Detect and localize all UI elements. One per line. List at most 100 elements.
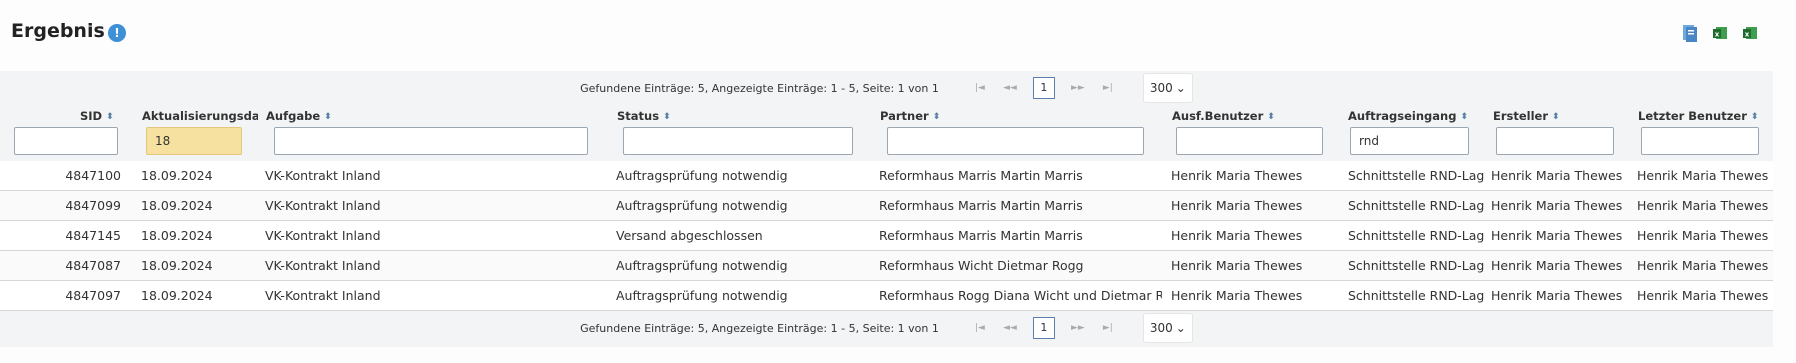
table-row[interactable]: 4847145 18.09.2024 VK-Kontrakt Inland Ve… [0, 221, 1773, 251]
svg-text:x: x [1745, 31, 1750, 39]
cell-ersteller: Henrik Maria Thewes [1491, 258, 1623, 273]
cell-auftragseingang: Schnittstelle RND-Lager [1348, 228, 1484, 243]
sort-icon[interactable]: ⬍ [106, 112, 114, 122]
pager-bottom: Gefundene Einträge: 5, Angezeigte Einträ… [0, 311, 1773, 345]
table-row[interactable]: 4847097 18.09.2024 VK-Kontrakt Inland Au… [0, 281, 1773, 311]
cell-sid: 4847145 [65, 228, 121, 243]
cell-partner: Reformhaus Wicht Dietmar Rogg [879, 258, 1084, 273]
sort-icon[interactable]: ⬍ [1460, 112, 1468, 122]
cell-letzter-benutzer: Henrik Maria Thewes [1637, 198, 1769, 213]
cell-aufgabe: VK-Kontrakt Inland [265, 258, 381, 273]
pager-info: Gefundene Einträge: 5, Angezeigte Einträ… [580, 81, 939, 95]
last-page-button[interactable]: ►| [1097, 323, 1119, 333]
prev-page-button[interactable]: ◄◄ [999, 83, 1021, 93]
pager-top: Gefundene Einträge: 5, Angezeigte Einträ… [0, 71, 1773, 105]
pager-info: Gefundene Einträge: 5, Angezeigte Einträ… [580, 321, 939, 335]
page-size-select[interactable]: 300 ⌄ [1142, 73, 1193, 103]
cell-ersteller: Henrik Maria Thewes [1491, 198, 1623, 213]
sort-icon[interactable]: ⬍ [324, 112, 332, 122]
cell-aufgabe: VK-Kontrakt Inland [265, 198, 381, 213]
cell-datum: 18.09.2024 [141, 288, 213, 303]
cell-auftragseingang: Schnittstelle RND-Lager [1348, 288, 1484, 303]
cell-aufgabe: VK-Kontrakt Inland [265, 288, 381, 303]
filter-ersteller-input[interactable] [1496, 127, 1614, 155]
cell-datum: 18.09.2024 [141, 168, 213, 183]
cell-ersteller: Henrik Maria Thewes [1491, 228, 1623, 243]
column-header-letzter-benutzer[interactable]: Letzter Benutzer ⬍ [1638, 109, 1758, 123]
cell-ausf-benutzer: Henrik Maria Thewes [1171, 288, 1303, 303]
sort-icon[interactable]: ⬍ [933, 112, 941, 122]
cell-datum: 18.09.2024 [141, 228, 213, 243]
cell-ausf-benutzer: Henrik Maria Thewes [1171, 198, 1303, 213]
filter-aktualisierungsdatum-input[interactable]: 18 [146, 127, 242, 155]
filter-partner-input[interactable] [887, 127, 1144, 155]
filter-letzter-benutzer-input[interactable] [1641, 127, 1759, 155]
cell-auftragseingang: Schnittstelle RND-Lager [1348, 258, 1484, 273]
cell-sid: 4847087 [65, 258, 121, 273]
current-page-button[interactable]: 1 [1032, 77, 1055, 99]
next-page-button[interactable]: ►► [1067, 83, 1089, 93]
table-row[interactable]: 4847099 18.09.2024 VK-Kontrakt Inland Au… [0, 191, 1773, 221]
first-page-button[interactable]: |◄ [969, 323, 991, 333]
last-page-button[interactable]: ►| [1097, 83, 1119, 93]
current-page-button[interactable]: 1 [1032, 317, 1055, 339]
cell-status: Auftragsprüfung notwendig [616, 258, 788, 273]
cell-ersteller: Henrik Maria Thewes [1491, 168, 1623, 183]
column-header-aufgabe[interactable]: Aufgabe ⬍ [266, 109, 332, 123]
sort-icon[interactable]: ⬍ [1751, 112, 1759, 122]
table-body: 4847100 18.09.2024 VK-Kontrakt Inland Au… [0, 161, 1773, 311]
column-header-auftragseingang[interactable]: Auftragseingang ⬍ [1348, 109, 1468, 123]
cell-sid: 4847097 [65, 288, 121, 303]
cell-status: Auftragsprüfung notwendig [616, 168, 788, 183]
cell-sid: 4847099 [65, 198, 121, 213]
cell-partner: Reformhaus Marris Martin Marris [879, 228, 1083, 243]
sort-icon[interactable]: ⬍ [1552, 112, 1560, 122]
excel-export-all-icon[interactable]: x [1742, 24, 1758, 42]
prev-page-button[interactable]: ◄◄ [999, 323, 1021, 333]
result-grid: Gefundene Einträge: 5, Angezeigte Einträ… [0, 71, 1773, 347]
cell-partner: Reformhaus Rogg Diana Wicht und Dietmar … [879, 288, 1162, 303]
filter-auftragseingang-input[interactable]: rnd [1350, 127, 1469, 155]
cell-letzter-benutzer: Henrik Maria Thewes [1637, 288, 1769, 303]
cell-aufgabe: VK-Kontrakt Inland [265, 168, 381, 183]
cell-datum: 18.09.2024 [141, 258, 213, 273]
cell-auftragseingang: Schnittstelle RND-Lager [1348, 168, 1484, 183]
column-header-status[interactable]: Status ⬍ [617, 109, 671, 123]
result-header: Ergebnis ! x x [0, 0, 1796, 71]
filter-sid-input[interactable] [14, 127, 118, 155]
column-header-ausf-benutzer[interactable]: Ausf.Benutzer ⬍ [1172, 109, 1275, 123]
table-row[interactable]: 4847087 18.09.2024 VK-Kontrakt Inland Au… [0, 251, 1773, 281]
cell-ausf-benutzer: Henrik Maria Thewes [1171, 258, 1303, 273]
column-header-aktualisierungsdatum[interactable]: Aktualisierungsdat [142, 109, 258, 123]
cell-ersteller: Henrik Maria Thewes [1491, 288, 1623, 303]
sort-icon[interactable]: ⬍ [1267, 112, 1275, 122]
column-header-sid[interactable]: SID ⬍ [80, 109, 114, 123]
page-size-select[interactable]: 300 ⌄ [1142, 313, 1193, 343]
excel-export-icon[interactable]: x [1712, 24, 1728, 42]
cell-status: Auftragsprüfung notwendig [616, 198, 788, 213]
svg-text:x: x [1715, 31, 1720, 39]
cell-status: Versand abgeschlossen [616, 228, 763, 243]
cell-auftragseingang: Schnittstelle RND-Lager [1348, 198, 1484, 213]
cell-letzter-benutzer: Henrik Maria Thewes [1637, 258, 1769, 273]
first-page-button[interactable]: |◄ [969, 83, 991, 93]
cell-ausf-benutzer: Henrik Maria Thewes [1171, 168, 1303, 183]
next-page-button[interactable]: ►► [1067, 323, 1089, 333]
cell-aufgabe: VK-Kontrakt Inland [265, 228, 381, 243]
filter-ausf-benutzer-input[interactable] [1176, 127, 1323, 155]
table-row[interactable]: 4847100 18.09.2024 VK-Kontrakt Inland Au… [0, 161, 1773, 191]
chevron-down-icon: ⌄ [1175, 81, 1186, 95]
page-size-value: 300 [1149, 81, 1173, 95]
info-icon[interactable]: ! [108, 24, 126, 42]
column-header-ersteller[interactable]: Ersteller ⬍ [1493, 109, 1560, 123]
pdf-export-icon[interactable] [1682, 24, 1698, 42]
page-size-value: 300 [1149, 321, 1173, 335]
filter-status-input[interactable] [623, 127, 853, 155]
cell-letzter-benutzer: Henrik Maria Thewes [1637, 228, 1769, 243]
column-header-partner[interactable]: Partner ⬍ [880, 109, 940, 123]
chevron-down-icon: ⌄ [1175, 321, 1186, 335]
cell-datum: 18.09.2024 [141, 198, 213, 213]
export-toolbar: x x [1682, 24, 1758, 42]
filter-aufgabe-input[interactable] [274, 127, 588, 155]
sort-icon[interactable]: ⬍ [663, 112, 671, 122]
